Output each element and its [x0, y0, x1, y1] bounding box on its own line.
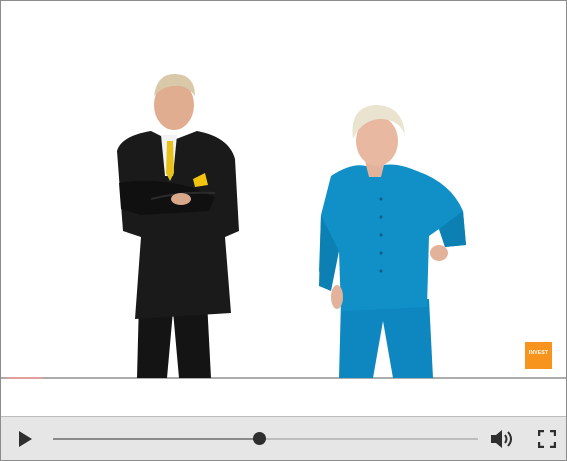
volume-button[interactable]	[489, 427, 517, 451]
fullscreen-icon	[538, 430, 556, 448]
play-button[interactable]	[13, 428, 37, 450]
seek-bar[interactable]	[53, 432, 478, 445]
seek-progress	[53, 438, 259, 440]
channel-logo: INVEST	[525, 342, 552, 369]
logo-text: INVEST	[528, 350, 549, 356]
woman-figure	[319, 105, 466, 378]
fullscreen-button[interactable]	[535, 427, 559, 451]
man-figure	[117, 73, 239, 378]
volume-icon	[491, 430, 512, 448]
video-scene	[1, 73, 566, 379]
play-icon	[19, 431, 32, 447]
video-frame[interactable]: INVEST	[1, 1, 566, 416]
seek-handle[interactable]	[252, 432, 266, 445]
video-player: INVEST	[0, 0, 567, 461]
control-bar	[1, 416, 566, 460]
